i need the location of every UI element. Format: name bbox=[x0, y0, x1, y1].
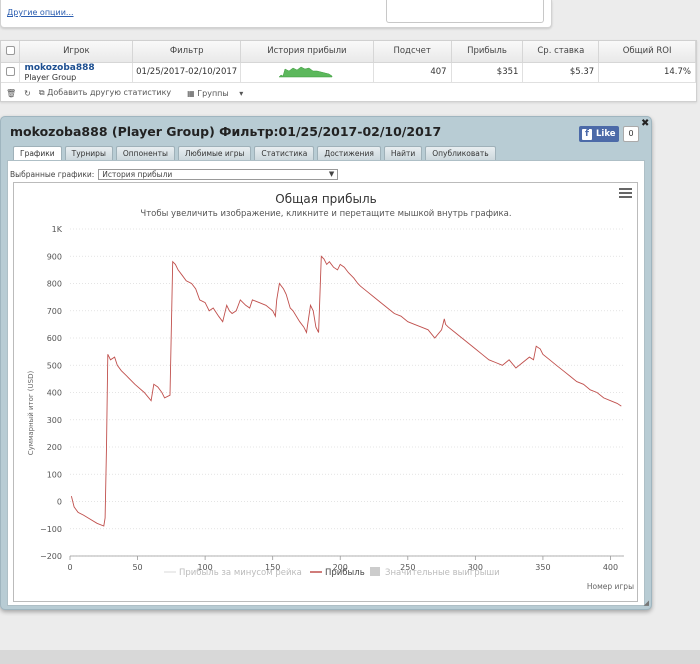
player-site: Player Group bbox=[24, 72, 77, 82]
filter-cell: 01/25/2017-02/10/2017 bbox=[132, 62, 242, 83]
y-tick-label: 0 bbox=[57, 498, 62, 507]
y-tick-label: 700 bbox=[47, 307, 62, 316]
legend-item[interactable]: Прибыль за минусом рейка bbox=[179, 568, 302, 578]
groups-dropdown[interactable]: ▦ Группы ▾ bbox=[187, 89, 251, 98]
tab-publish[interactable]: Опубликовать bbox=[425, 146, 496, 160]
selected-charts-select[interactable]: История прибыли ▼ bbox=[98, 169, 339, 180]
player-cell: mokozoba888 Player Group bbox=[19, 62, 134, 83]
chart-subtitle: Чтобы увеличить изображение, кликните и … bbox=[140, 209, 511, 219]
facebook-like-label: Like bbox=[596, 129, 616, 139]
y-tick-label: 100 bbox=[47, 470, 62, 479]
profit-history-cell bbox=[240, 62, 374, 83]
profit-cell: $351 bbox=[451, 62, 524, 83]
header-filter[interactable]: Фильтр bbox=[132, 41, 242, 63]
resize-grip-icon[interactable]: ◢ bbox=[644, 599, 649, 607]
header-roi[interactable]: Общий ROI bbox=[598, 41, 696, 63]
x-tick-label: 350 bbox=[535, 563, 550, 572]
select-all-header[interactable] bbox=[1, 41, 21, 63]
add-statistic-button[interactable]: ⧉ Добавить другую статистику bbox=[39, 88, 179, 98]
facebook-like-button[interactable]: f Like bbox=[579, 126, 619, 142]
x-axis-label: Номер игры bbox=[587, 582, 634, 591]
header-player[interactable]: Игрок bbox=[19, 41, 134, 63]
window-title: mokozoba888 (Player Group) Фильтр:01/25/… bbox=[10, 124, 442, 139]
profit-chart[interactable]: −200 −100 0 100 200 300 400 500 600 700 800 900 1K 0… bbox=[14, 183, 639, 603]
y-axis-label: Суммарный итог (USD) bbox=[27, 371, 35, 456]
header-count[interactable]: Подсчет bbox=[373, 41, 452, 63]
y-tick-label: −200 bbox=[40, 552, 62, 561]
stats-table: Игрок Фильтр История прибыли Подсчет При… bbox=[1, 41, 696, 83]
profit-sparkline[interactable] bbox=[277, 64, 337, 78]
options-panel: Другие опции... bbox=[0, 0, 552, 28]
tab-statistics[interactable]: Статистика bbox=[254, 146, 315, 160]
x-tick-label: 0 bbox=[67, 563, 72, 572]
y-tick-label: 200 bbox=[47, 443, 62, 452]
count-cell: 407 bbox=[373, 62, 452, 83]
y-tick-label: 400 bbox=[47, 389, 62, 398]
header-profit-history[interactable]: История прибыли bbox=[240, 41, 374, 63]
groups-label: Группы bbox=[197, 88, 229, 98]
facebook-icon: f bbox=[582, 128, 592, 140]
legend-item[interactable]: Значительные выигрыши bbox=[385, 568, 500, 578]
selected-charts-label: Выбранные графики: bbox=[10, 170, 95, 179]
chart-menu-icon[interactable] bbox=[619, 188, 632, 198]
y-tick-label: 300 bbox=[47, 416, 62, 425]
stats-toolbar: 🗑 ↻ ⧉ Добавить другую статистику ▦ Групп… bbox=[1, 85, 696, 101]
tab-content: Выбранные графики: История прибыли ▼ −20… bbox=[7, 160, 645, 606]
y-tick-label: 900 bbox=[47, 252, 62, 261]
player-chart-window: mokozoba888 (Player Group) Фильтр:01/25/… bbox=[0, 116, 652, 610]
row-checkbox[interactable] bbox=[5, 67, 15, 76]
chart-legend: Прибыль за минусом рейка Прибыль Значитель… bbox=[164, 567, 500, 578]
header-profit[interactable]: Прибыль bbox=[451, 41, 524, 63]
selected-charts-value: История прибыли bbox=[102, 170, 173, 179]
facebook-like-count: 0 bbox=[623, 126, 639, 142]
options-inner-box bbox=[386, 0, 544, 23]
stats-table-panel: Игрок Фильтр История прибыли Подсчет При… bbox=[0, 40, 697, 102]
chart-container[interactable]: −200 −100 0 100 200 300 400 500 600 700 800 900 1K 0… bbox=[13, 182, 638, 602]
tab-opponents[interactable]: Оппоненты bbox=[115, 146, 175, 160]
tab-achievements[interactable]: Достижения bbox=[317, 146, 381, 160]
other-options-link[interactable]: Другие опции... bbox=[7, 8, 74, 17]
tab-charts[interactable]: Графики bbox=[13, 146, 62, 160]
x-tick-label: 400 bbox=[603, 563, 618, 572]
legend-swatch bbox=[370, 567, 380, 576]
y-tick-label: −100 bbox=[40, 525, 62, 534]
roi-cell: 14.7% bbox=[598, 62, 696, 83]
select-all-checkbox[interactable] bbox=[5, 46, 15, 56]
series-line-profit[interactable] bbox=[70, 255, 622, 527]
window-tabs: Графики Турниры Оппоненты Любимые игры С… bbox=[13, 146, 499, 160]
chart-title: Общая прибыль bbox=[275, 192, 376, 206]
page-footer-bar bbox=[0, 650, 700, 664]
tab-find[interactable]: Найти bbox=[383, 146, 423, 160]
row-select-cell[interactable] bbox=[1, 62, 21, 83]
tab-favorite-games[interactable]: Любимые игры bbox=[177, 146, 252, 160]
y-tick-label: 1K bbox=[52, 225, 63, 234]
x-tick-label: 50 bbox=[132, 563, 142, 572]
trash-icon[interactable]: 🗑 bbox=[6, 89, 16, 98]
avg-stake-cell: $5.37 bbox=[522, 62, 600, 83]
tab-tournaments[interactable]: Турниры bbox=[64, 146, 113, 160]
table-header-row: Игрок Фильтр История прибыли Подсчет При… bbox=[1, 41, 696, 63]
chevron-down-icon: ▾ bbox=[239, 88, 244, 98]
close-icon[interactable]: ✖ bbox=[641, 118, 649, 129]
y-tick-label: 600 bbox=[47, 334, 62, 343]
add-statistic-label: Добавить другую статистику bbox=[47, 88, 172, 97]
player-name-link[interactable]: mokozoba888 bbox=[24, 63, 132, 73]
selected-charts-row: Выбранные графики: История прибыли ▼ bbox=[10, 169, 339, 180]
table-row: mokozoba888 Player Group 01/25/2017-02/1… bbox=[1, 62, 696, 83]
refresh-icon[interactable]: ↻ bbox=[24, 89, 31, 98]
legend-item[interactable]: Прибыль bbox=[325, 568, 365, 578]
chevron-down-icon: ▼ bbox=[328, 170, 335, 178]
header-avg-stake[interactable]: Ср. ставка bbox=[522, 41, 600, 63]
y-tick-label: 800 bbox=[47, 280, 62, 289]
y-tick-label: 500 bbox=[47, 361, 62, 370]
